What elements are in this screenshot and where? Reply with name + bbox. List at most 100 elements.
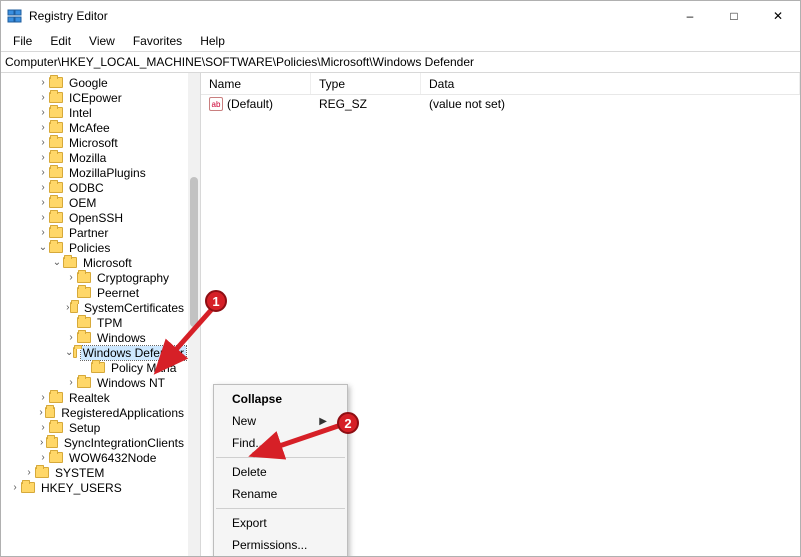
tree-node[interactable]: ·Policy Mana (1, 360, 200, 375)
chevron-right-icon[interactable]: › (37, 122, 49, 133)
tree-node[interactable]: ·Peernet (1, 285, 200, 300)
tree-node[interactable]: ›Windows (1, 330, 200, 345)
tree-node[interactable]: ⌄Microsoft (1, 255, 200, 270)
chevron-right-icon[interactable]: › (65, 332, 77, 343)
context-menu-item[interactable]: Export (214, 512, 347, 534)
tree-node[interactable]: ›SystemCertificates (1, 300, 200, 315)
folder-icon (49, 92, 63, 103)
folder-icon (91, 362, 105, 373)
chevron-right-icon[interactable]: › (37, 77, 49, 88)
context-menu-label: Collapse (232, 392, 282, 406)
tree-node[interactable]: › SYSTEM (1, 465, 200, 480)
tree-node[interactable]: ⌄Policies (1, 240, 200, 255)
tree-node[interactable]: ›OEM (1, 195, 200, 210)
tree-node[interactable]: ›Google (1, 75, 200, 90)
tree-node[interactable]: › WOW6432Node (1, 450, 200, 465)
chevron-right-icon[interactable]: › (37, 92, 49, 103)
window-controls: – □ ✕ (668, 1, 800, 31)
tree-node[interactable]: ›Intel (1, 105, 200, 120)
chevron-right-icon[interactable]: › (37, 197, 49, 208)
menu-edit[interactable]: Edit (42, 32, 79, 50)
menu-bar: File Edit View Favorites Help (1, 31, 800, 51)
scrollbar-thumb[interactable] (190, 177, 198, 327)
column-name[interactable]: Name (201, 73, 311, 94)
registry-editor-window: Registry Editor – □ ✕ File Edit View Fav… (0, 0, 801, 557)
column-type[interactable]: Type (311, 73, 421, 94)
close-button[interactable]: ✕ (756, 1, 800, 31)
folder-icon (49, 122, 63, 133)
tree-node[interactable]: ›RegisteredApplications (1, 405, 200, 420)
list-row[interactable]: ab (Default) REG_SZ (value not set) (201, 95, 800, 113)
tree-node[interactable]: › Mozilla (1, 150, 200, 165)
context-menu-item[interactable]: Delete (214, 461, 347, 483)
context-menu-label: New (232, 414, 256, 428)
cell-type: REG_SZ (311, 97, 421, 111)
tree-node[interactable]: › Windows NT (1, 375, 200, 390)
column-data[interactable]: Data (421, 73, 800, 94)
chevron-right-icon[interactable]: › (37, 392, 49, 403)
tree-node[interactable]: ›ICEpower (1, 90, 200, 105)
tree-node-label: SYSTEM (53, 466, 106, 480)
chevron-right-icon[interactable]: › (37, 437, 46, 448)
chevron-right-icon[interactable]: › (23, 467, 35, 478)
chevron-right-icon[interactable]: › (37, 137, 49, 148)
tree-node[interactable]: ›MozillaPlugins (1, 165, 200, 180)
chevron-right-icon[interactable]: › (65, 272, 77, 283)
tree-node[interactable]: ›Setup (1, 420, 200, 435)
tree-node[interactable]: › SyncIntegrationClients (1, 435, 200, 450)
chevron-down-icon[interactable]: ⌄ (65, 347, 73, 358)
tree-node[interactable]: ›OpenSSH (1, 210, 200, 225)
tree-node-label: SyncIntegrationClients (62, 436, 186, 450)
tree-node-label: WOW6432Node (67, 451, 158, 465)
maximize-button[interactable]: □ (712, 1, 756, 31)
folder-icon (49, 227, 63, 238)
folder-icon (49, 77, 63, 88)
menu-favorites[interactable]: Favorites (125, 32, 190, 50)
tree-node-label: Cryptography (95, 271, 171, 285)
tree-node[interactable]: ›Realtek (1, 390, 200, 405)
tree-node[interactable]: › Cryptography (1, 270, 200, 285)
tree-node[interactable]: › Partner (1, 225, 200, 240)
chevron-right-icon[interactable]: › (37, 227, 49, 238)
tree-node[interactable]: ›HKEY_USERS (1, 480, 200, 495)
tree-node-label: Partner (67, 226, 110, 240)
tree-node[interactable]: ›McAfee (1, 120, 200, 135)
folder-icon (46, 437, 57, 448)
menu-view[interactable]: View (81, 32, 123, 50)
chevron-down-icon[interactable]: ⌄ (37, 242, 49, 253)
menu-help[interactable]: Help (192, 32, 233, 50)
tree-node-label: Mozilla (67, 151, 108, 165)
tree-scrollbar[interactable] (188, 73, 200, 556)
chevron-right-icon[interactable]: › (37, 107, 49, 118)
tree-node[interactable]: ›Microsoft (1, 135, 200, 150)
tree-node-label: Windows NT (95, 376, 167, 390)
folder-icon (77, 272, 91, 283)
context-menu-item[interactable]: Rename (214, 483, 347, 505)
menu-file[interactable]: File (5, 32, 40, 50)
chevron-right-icon[interactable]: › (9, 482, 21, 493)
chevron-right-icon[interactable]: › (37, 212, 49, 223)
context-menu-item[interactable]: Collapse (214, 388, 347, 410)
context-menu-item[interactable]: Permissions... (214, 534, 347, 556)
chevron-right-icon[interactable]: › (37, 452, 49, 463)
tree-node[interactable]: ⌄Windows Defender (1, 345, 200, 360)
tree-node[interactable]: › ODBC (1, 180, 200, 195)
menu-separator (216, 457, 345, 458)
chevron-right-icon[interactable]: › (37, 422, 49, 433)
context-menu-item[interactable]: Find... (214, 432, 347, 454)
chevron-right-icon[interactable]: › (37, 407, 45, 418)
chevron-right-icon[interactable]: › (65, 377, 77, 388)
context-menu-item[interactable]: New▶ (214, 410, 347, 432)
chevron-down-icon[interactable]: ⌄ (51, 257, 63, 268)
registry-tree[interactable]: ›Google›ICEpower›Intel›McAfee›Microsoft›… (1, 73, 200, 556)
minimize-button[interactable]: – (668, 1, 712, 31)
content-area: ›Google›ICEpower›Intel›McAfee›Microsoft›… (1, 73, 800, 556)
chevron-right-icon[interactable]: › (37, 152, 49, 163)
chevron-right-icon[interactable]: › (37, 182, 49, 193)
tree-node[interactable]: ·TPM (1, 315, 200, 330)
folder-icon (49, 422, 63, 433)
context-menu-label: Permissions... (232, 538, 307, 552)
tree-node-label: ODBC (67, 181, 106, 195)
address-bar[interactable]: Computer\HKEY_LOCAL_MACHINE\SOFTWARE\Pol… (1, 51, 800, 73)
chevron-right-icon[interactable]: › (37, 167, 49, 178)
